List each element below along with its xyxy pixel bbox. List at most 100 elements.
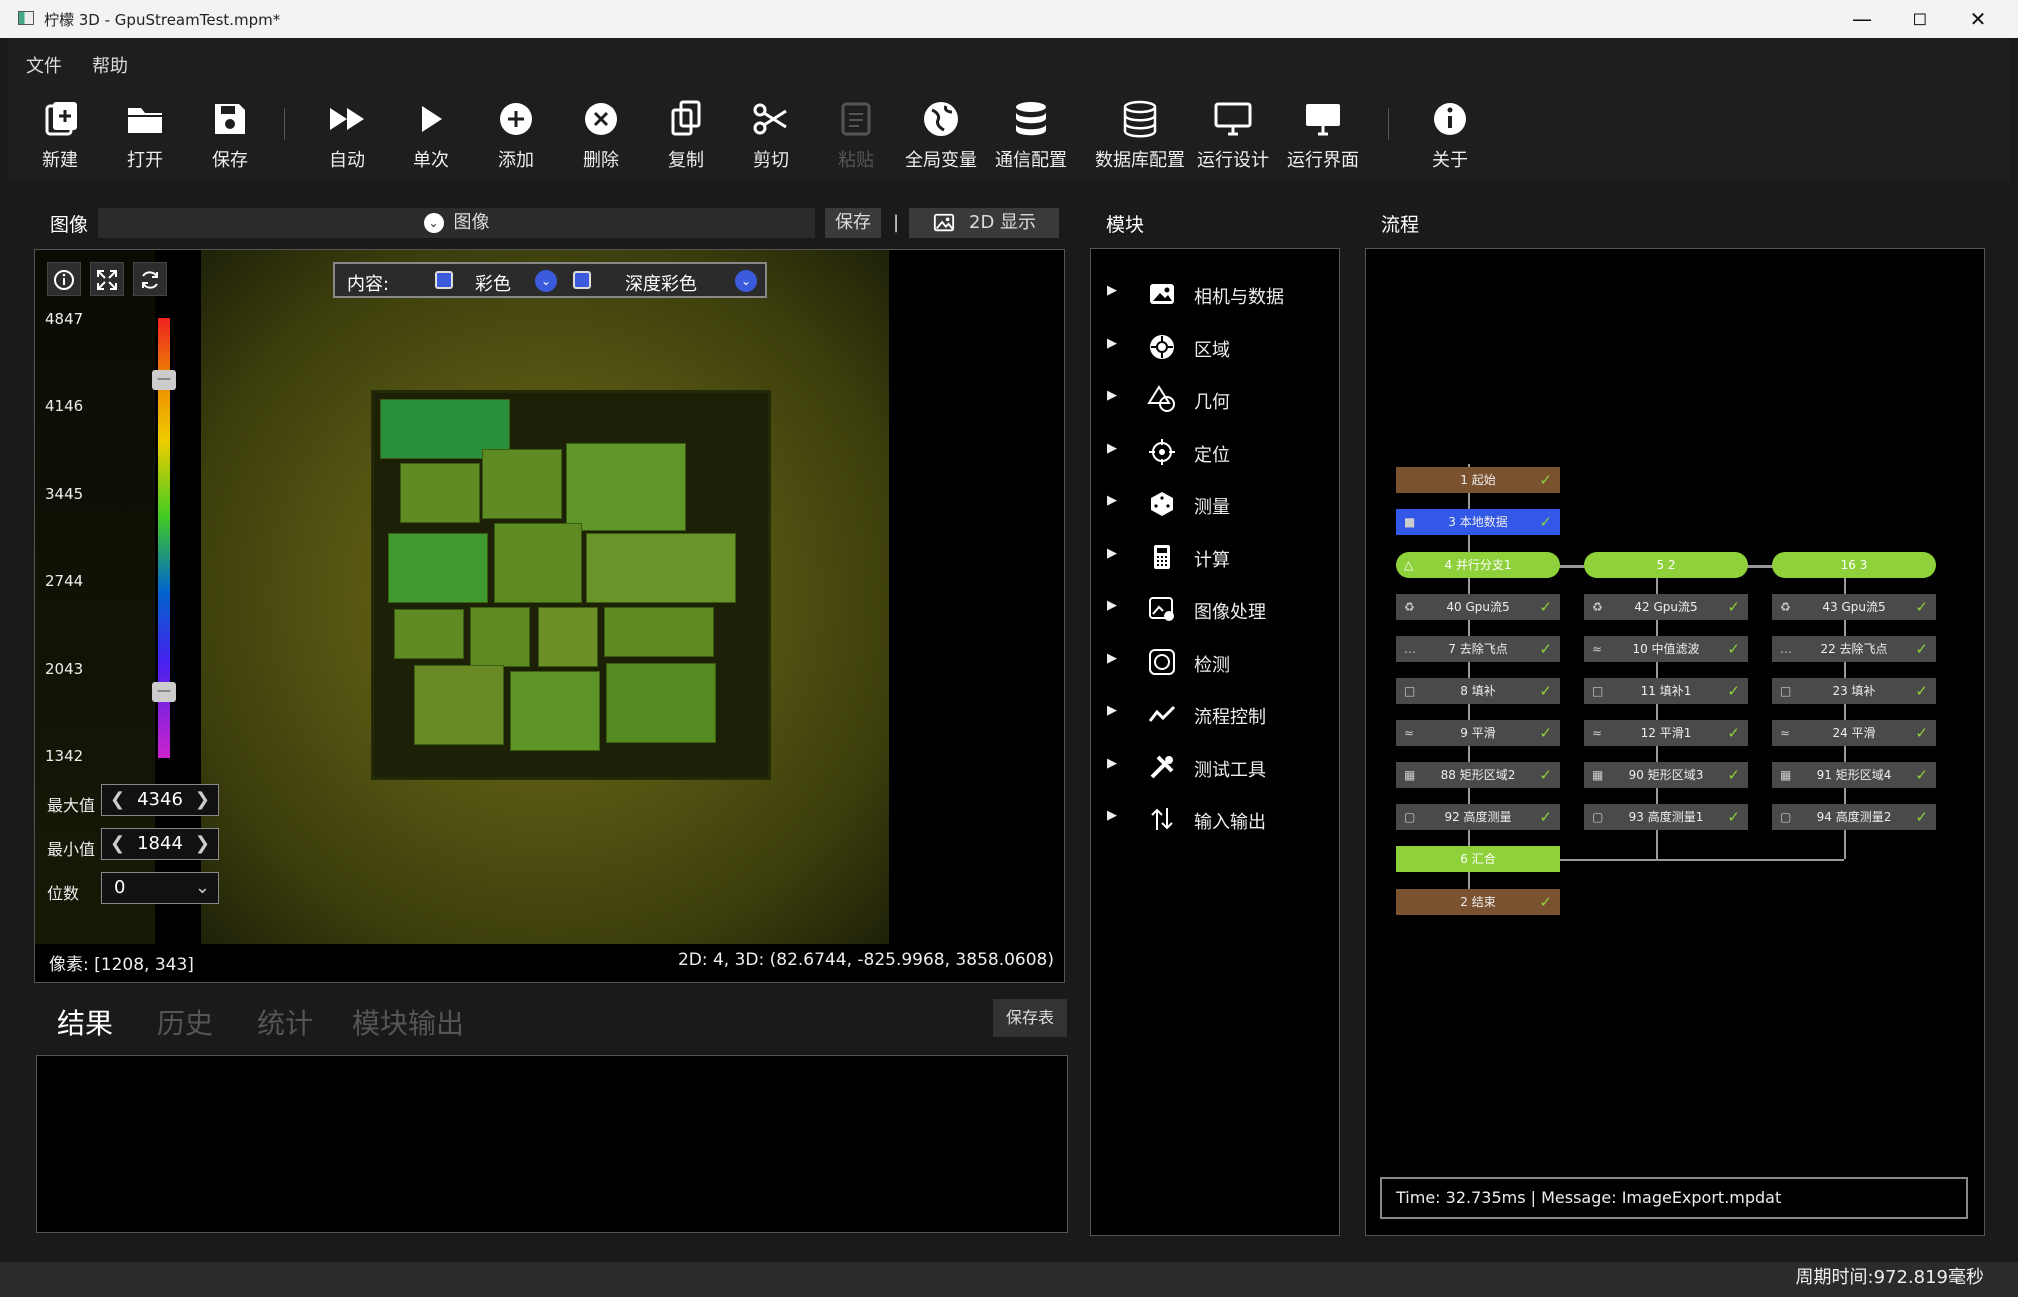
flow-node-end[interactable]: 2 结束 ✓ xyxy=(1396,889,1560,915)
depth-image[interactable] xyxy=(201,250,889,944)
flow-node[interactable]: ▦ 88 矩形区域2 ✓ xyxy=(1396,762,1560,788)
chevron-down-icon[interactable]: ⌄ xyxy=(535,270,557,292)
copy-button[interactable]: 复制 xyxy=(641,98,731,172)
expand-arrow-icon[interactable]: ▶ xyxy=(1107,388,1117,403)
module-measure[interactable]: ▶ 测量 xyxy=(1091,483,1341,523)
single-run-button[interactable]: 单次 xyxy=(386,98,476,172)
close-button[interactable]: ✕ xyxy=(1950,4,2006,34)
auto-run-button[interactable]: 自动 xyxy=(302,98,392,172)
expand-arrow-icon[interactable]: ▶ xyxy=(1107,651,1117,666)
module-test-tools[interactable]: ▶ 测试工具 xyxy=(1091,746,1341,786)
flow-node[interactable]: … 22 去除飞点 ✓ xyxy=(1772,636,1936,662)
delete-button[interactable]: 删除 xyxy=(556,98,646,172)
expand-arrow-icon[interactable]: ▶ xyxy=(1107,336,1117,351)
run-design-button[interactable]: 运行设计 xyxy=(1188,98,1278,172)
expand-arrow-icon[interactable]: ▶ xyxy=(1107,808,1117,823)
chevron-right-icon[interactable]: ❯ xyxy=(195,789,210,810)
monitor-icon xyxy=(1306,104,1340,136)
module-region[interactable]: ▶ 区域 xyxy=(1091,326,1341,366)
flow-node[interactable]: ▢ 93 高度测量1 ✓ xyxy=(1584,804,1748,830)
global-variables-button[interactable]: 全局变量 xyxy=(896,98,986,172)
expand-arrow-icon[interactable]: ▶ xyxy=(1107,441,1117,456)
depth-dropdown-label[interactable]: 深度彩色 xyxy=(625,270,697,296)
chevron-down-icon[interactable]: ⌄ xyxy=(735,270,757,292)
image-save-button[interactable]: 保存 xyxy=(825,208,881,238)
fit-view-button[interactable] xyxy=(90,262,124,296)
about-button[interactable]: 关于 xyxy=(1405,98,1495,172)
flow-node-local-data[interactable]: ■ 3 本地数据 ✓ xyxy=(1396,509,1560,535)
save-table-button[interactable]: 保存表 xyxy=(993,999,1067,1037)
max-value-spinbox[interactable]: ❮ 4346 ❯ xyxy=(101,784,219,816)
image-viewer[interactable]: 内容: 彩色 ⌄ 深度彩色 ⌄ 4847 4146 3445 2744 2043… xyxy=(34,249,1065,983)
flow-node[interactable]: ▦ 91 矩形区域4 ✓ xyxy=(1772,762,1936,788)
flow-node[interactable]: □ 8 填补 ✓ xyxy=(1396,678,1560,704)
flow-node[interactable]: ▦ 90 矩形区域3 ✓ xyxy=(1584,762,1748,788)
module-image-processing[interactable]: ▶ 图像处理 xyxy=(1091,588,1341,628)
image-source-select[interactable]: ⌄ 图像 xyxy=(98,208,815,238)
new-button[interactable]: 新建 xyxy=(15,98,105,172)
flow-node[interactable]: ▢ 94 高度测量2 ✓ xyxy=(1772,804,1936,830)
max-slider-handle[interactable]: — xyxy=(152,370,176,390)
menu-help[interactable]: 帮助 xyxy=(92,52,128,78)
flow-node[interactable]: ♻ 43 Gpu流5 ✓ xyxy=(1772,594,1936,620)
flow-node[interactable]: ▢ 92 高度测量 ✓ xyxy=(1396,804,1560,830)
flow-node-merge[interactable]: 6 汇合 xyxy=(1396,846,1560,872)
run-ui-button[interactable]: 运行界面 xyxy=(1278,98,1368,172)
results-table[interactable] xyxy=(36,1055,1068,1233)
save-button[interactable]: 保存 xyxy=(185,98,275,172)
module-geometry[interactable]: ▶ 几何 xyxy=(1091,378,1341,418)
module-calculate[interactable]: ▶ 计算 xyxy=(1091,536,1341,576)
tab-history[interactable]: 历史 xyxy=(157,1002,213,1042)
flow-node[interactable]: ≈24 平滑 ✓ xyxy=(1772,720,1936,746)
flow-node[interactable]: … 7 去除飞点 ✓ xyxy=(1396,636,1560,662)
tab-statistics[interactable]: 统计 xyxy=(257,1002,313,1042)
flow-node[interactable]: ♻ 42 Gpu流5 ✓ xyxy=(1584,594,1748,620)
flow-node[interactable]: ≈12 平滑1 ✓ xyxy=(1584,720,1748,746)
smooth-icon: ≈ xyxy=(1592,726,1603,740)
fill-icon: □ xyxy=(1404,684,1416,698)
expand-arrow-icon[interactable]: ▶ xyxy=(1107,546,1117,561)
expand-arrow-icon[interactable]: ▶ xyxy=(1107,703,1117,718)
refresh-view-button[interactable] xyxy=(133,262,167,296)
flow-node[interactable]: ≈10 中值滤波 ✓ xyxy=(1584,636,1748,662)
flow-node[interactable]: ≈9 平滑 ✓ xyxy=(1396,720,1560,746)
flow-node[interactable]: ♻ 40 Gpu流5 ✓ xyxy=(1396,594,1560,620)
min-value-spinbox[interactable]: ❮ 1844 ❯ xyxy=(101,828,219,860)
expand-arrow-icon[interactable]: ▶ xyxy=(1107,493,1117,508)
chevron-right-icon[interactable]: ❯ xyxy=(195,833,210,854)
digits-select[interactable]: 0 ⌄ xyxy=(101,872,219,904)
min-slider-handle[interactable]: — xyxy=(152,682,176,702)
color-checkbox[interactable] xyxy=(435,271,453,289)
flow-node-branch-3[interactable]: 16 3 xyxy=(1772,552,1936,578)
module-detect[interactable]: ▶ 检测 xyxy=(1091,641,1341,681)
expand-arrow-icon[interactable]: ▶ xyxy=(1107,598,1117,613)
module-camera-data[interactable]: ▶ 相机与数据 xyxy=(1091,273,1341,313)
paste-button[interactable]: 粘贴 xyxy=(811,98,901,172)
flow-node-branch-2[interactable]: 5 2 xyxy=(1584,552,1748,578)
module-flow-control[interactable]: ▶ 流程控制 xyxy=(1091,693,1341,733)
flow-node-start[interactable]: 1 起始 ✓ xyxy=(1396,467,1560,493)
display-2d-button[interactable]: 2D 显示 xyxy=(909,208,1059,238)
info-tool-button[interactable] xyxy=(47,262,81,296)
flow-node[interactable]: □ 23 填补 ✓ xyxy=(1772,678,1936,704)
menu-file[interactable]: 文件 xyxy=(26,52,62,78)
scale-tick: 4847 xyxy=(45,310,84,328)
module-locate[interactable]: ▶ 定位 xyxy=(1091,431,1341,471)
tab-module-output[interactable]: 模块输出 xyxy=(352,1002,464,1042)
check-icon: ✓ xyxy=(1539,513,1552,531)
depth-checkbox[interactable] xyxy=(573,271,591,289)
module-io[interactable]: ▶ 输入输出 xyxy=(1091,798,1341,838)
maximize-button[interactable]: ◻ xyxy=(1892,4,1948,34)
comm-config-button[interactable]: 通信配置 xyxy=(986,98,1076,172)
flow-node-parallel-branch[interactable]: △ 4 并行分支1 xyxy=(1396,552,1560,578)
db-config-button[interactable]: 数据库配置 xyxy=(1084,98,1196,172)
expand-arrow-icon[interactable]: ▶ xyxy=(1107,756,1117,771)
flow-node[interactable]: □ 11 填补1 ✓ xyxy=(1584,678,1748,704)
minimize-button[interactable]: — xyxy=(1834,4,1890,34)
tab-results[interactable]: 结果 xyxy=(57,1002,113,1042)
expand-arrow-icon[interactable]: ▶ xyxy=(1107,283,1117,298)
add-button[interactable]: 添加 xyxy=(471,98,561,172)
cut-button[interactable]: 剪切 xyxy=(726,98,816,172)
color-dropdown-label[interactable]: 彩色 xyxy=(475,270,511,296)
open-button[interactable]: 打开 xyxy=(100,98,190,172)
